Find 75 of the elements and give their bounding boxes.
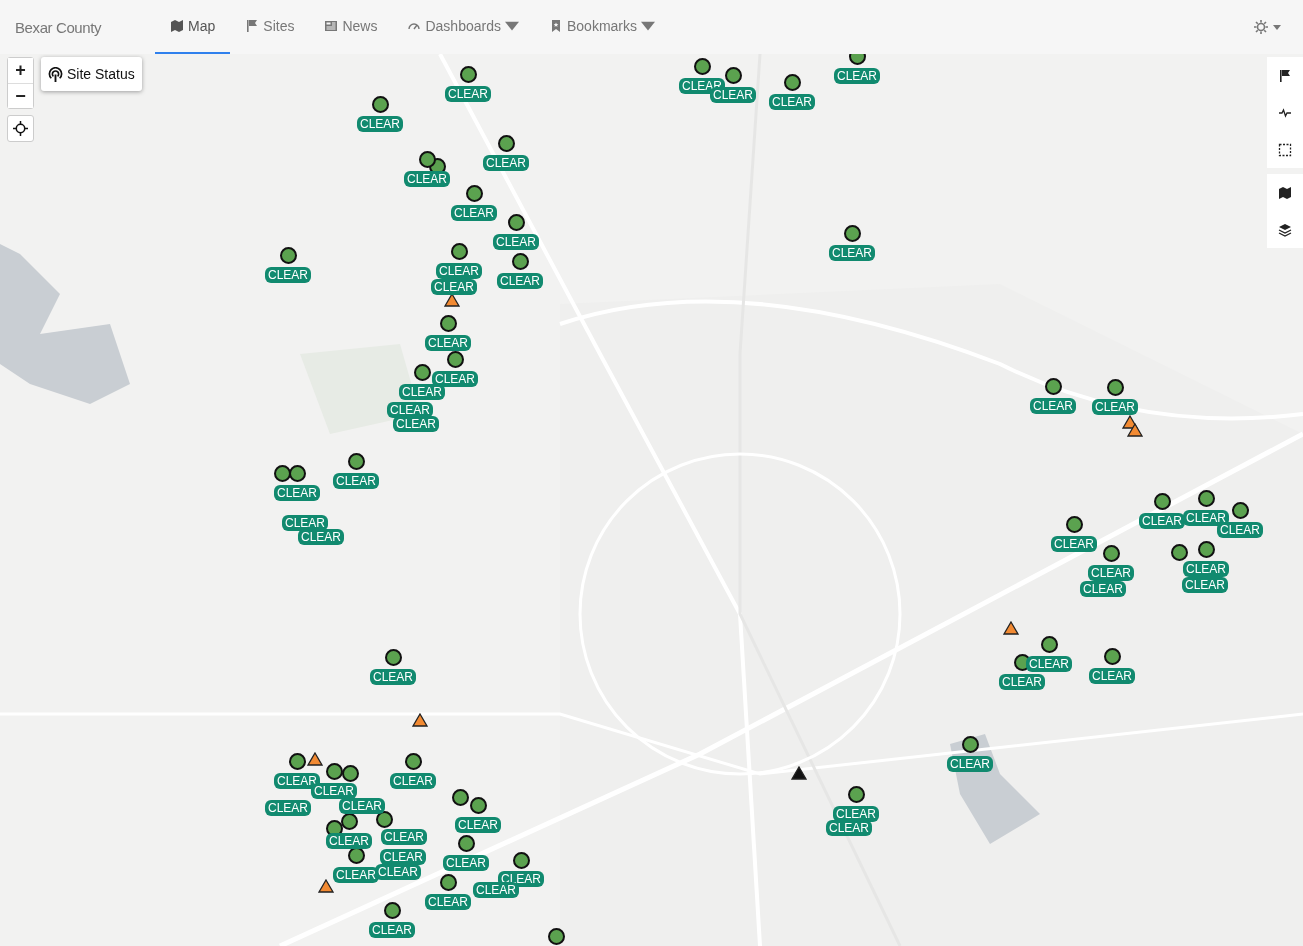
status-tag: CLEAR [380, 849, 426, 865]
status-tag: CLEAR [431, 279, 477, 295]
warning-marker[interactable] [1127, 423, 1143, 437]
status-tag: CLEAR [445, 86, 491, 102]
status-tag: CLEAR [497, 273, 543, 289]
flag-icon [1278, 68, 1292, 83]
news-icon [324, 19, 339, 33]
crosshair-icon [13, 121, 28, 136]
status-tag: CLEAR [326, 833, 372, 849]
status-tag: CLEAR [1182, 577, 1228, 593]
gear-icon [1253, 19, 1269, 35]
map-icon [170, 19, 185, 33]
status-tag: CLEAR [370, 669, 416, 685]
status-tag: CLEAR [393, 416, 439, 432]
nav-tab[interactable]: Bookmarks [533, 0, 670, 54]
status-tag: CLEAR [399, 384, 445, 400]
select-icon [1278, 142, 1292, 157]
status-tag: CLEAR [425, 894, 471, 910]
status-tag: CLEAR [298, 529, 344, 545]
status-tag: CLEAR [443, 855, 489, 871]
app-title: Bexar County [15, 18, 102, 36]
nav-tab[interactable]: Sites [230, 0, 310, 54]
status-tag: CLEAR [1088, 565, 1134, 581]
status-tag: CLEAR [834, 68, 880, 84]
status-tag: CLEAR [265, 267, 311, 283]
status-tag: CLEAR [339, 798, 385, 814]
status-tag: CLEAR [769, 94, 815, 110]
warning-marker[interactable] [307, 752, 323, 766]
signal-icon [48, 66, 63, 82]
status-tag: CLEAR [333, 867, 379, 883]
status-tag: CLEAR [1183, 510, 1229, 526]
status-tag: CLEAR [483, 155, 529, 171]
status-tag: CLEAR [999, 674, 1045, 690]
site-status-button[interactable]: Site Status [41, 57, 142, 91]
status-tag: CLEAR [1139, 513, 1185, 529]
nav-tab[interactable]: Dashboards [392, 0, 534, 54]
status-tag: CLEAR [1026, 656, 1072, 672]
warning-marker[interactable] [1003, 621, 1019, 635]
status-tag: CLEAR [357, 116, 403, 132]
warning-marker[interactable] [412, 713, 428, 727]
status-tag: CLEAR [425, 335, 471, 351]
status-tag: CLEAR [829, 245, 875, 261]
status-tag: CLEAR [1183, 561, 1229, 577]
warning-marker[interactable] [318, 879, 334, 893]
status-tag: CLEAR [432, 371, 478, 387]
flag-icon [245, 19, 260, 33]
status-tag: CLEAR [455, 817, 501, 833]
status-tag: CLEAR [1089, 668, 1135, 684]
status-tag: CLEAR [333, 473, 379, 489]
status-tag: CLEAR [381, 829, 427, 845]
status-tag: CLEAR [265, 800, 311, 816]
locate-button[interactable] [7, 115, 34, 142]
status-tag: CLEAR [1092, 399, 1138, 415]
warning-marker[interactable] [791, 766, 807, 780]
status-tag: CLEAR [493, 234, 539, 250]
status-tag: CLEAR [473, 882, 519, 898]
status-tag: CLEAR [1080, 581, 1126, 597]
status-tag: CLEAR [390, 773, 436, 789]
nav-tab[interactable]: News [309, 0, 393, 54]
status-tag: CLEAR [274, 485, 320, 501]
status-tag: CLEAR [436, 263, 482, 279]
status-tag: CLEAR [404, 171, 450, 187]
status-tag: CLEAR [826, 820, 872, 836]
status-tag: CLEAR [375, 864, 421, 880]
status-tag: CLEAR [451, 205, 497, 221]
caret-icon [1273, 24, 1281, 30]
zoom-out-button[interactable]: − [8, 83, 33, 108]
status-tag: CLEAR [947, 756, 993, 772]
status-tag: CLEAR [1051, 536, 1097, 552]
layers-icon [1278, 222, 1292, 237]
map-icon [1278, 185, 1292, 200]
status-tag: CLEAR [369, 922, 415, 938]
status-tag: CLEAR [1217, 522, 1263, 538]
status-tag: CLEAR [1030, 398, 1076, 414]
warning-marker[interactable] [444, 293, 460, 307]
